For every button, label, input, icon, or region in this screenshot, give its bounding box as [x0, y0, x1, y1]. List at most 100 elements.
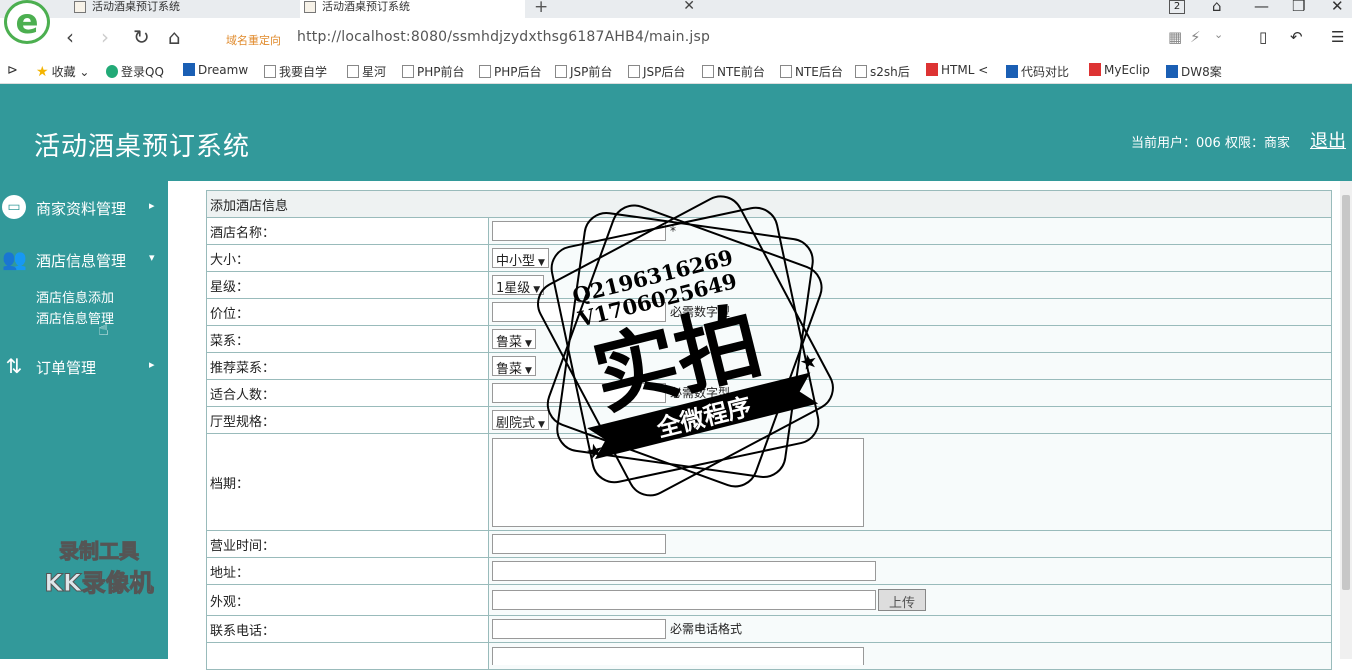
bookmark-item[interactable]: NTE后台 [780, 63, 843, 80]
form-row: 价位： 必需数字型 [206, 298, 1332, 326]
address-toolbar: ‹ › ↻ ⌂ 域名重定向 http://localhost:8080/ssmh… [0, 18, 1352, 58]
logout-link[interactable]: 退出 [1310, 127, 1346, 153]
description-textarea[interactable] [492, 647, 864, 665]
bookmark-item[interactable]: 我要自学 [264, 63, 327, 80]
star-rating-select[interactable]: 1星级 ▼ [492, 275, 545, 296]
tab-count-badge[interactable]: 2 [1169, 0, 1185, 14]
minimize-icon[interactable]: — [1254, 0, 1269, 15]
field-label [206, 642, 489, 670]
form-row: 外观： 上传 [206, 584, 1332, 616]
close-tab-icon[interactable]: ✕ [683, 0, 695, 13]
users-icon: 👥 [2, 247, 27, 271]
back-icon[interactable]: ‹ [66, 26, 74, 48]
form-row: 联系电话： 必需电话格式 [206, 615, 1332, 643]
schedule-textarea[interactable] [492, 437, 864, 527]
form-caption: 添加酒店信息 [206, 190, 1332, 218]
page-icon [264, 65, 276, 78]
hall-type-select[interactable]: 剧院式 ▼ [492, 410, 549, 431]
compare-icon [1006, 65, 1018, 78]
upload-button[interactable]: 上传 [878, 589, 927, 611]
size-select[interactable]: 中小型 ▼ [492, 248, 549, 269]
field-label: 适合人数： [206, 379, 489, 407]
cuisine-select[interactable]: 鲁菜 ▼ [492, 329, 536, 350]
redirect-label[interactable]: 域名重定向 [226, 32, 281, 48]
sidebar: ▭ 商家资料管理 ▸ 👥 酒店信息管理 ▾ 酒店信息添加 酒店信息管理 ☝ ⇅ … [0, 181, 168, 659]
menu-icon[interactable]: ☰ [1331, 28, 1344, 46]
browser-tab[interactable]: 活动酒桌预订系统 [70, 0, 295, 18]
page-favicon-icon [74, 1, 86, 13]
bookmark-item[interactable]: DW8案 [1166, 63, 1222, 80]
field-label: 大小： [206, 244, 489, 272]
page-icon [855, 65, 867, 78]
form-row [206, 642, 1332, 670]
sidebar-toggle-icon[interactable]: ⊳ [7, 63, 18, 78]
chevron-down-icon[interactable]: ⌄ [1214, 28, 1223, 41]
browser-tab-active[interactable]: 活动酒桌预订系统 ✕ [300, 0, 695, 18]
field-label: 档期： [206, 433, 489, 531]
html-icon [926, 63, 938, 76]
field-label: 厅型规格： [206, 406, 489, 434]
bookmark-item[interactable]: MyEclip [1089, 63, 1150, 77]
field-label: 营业时间： [206, 530, 489, 558]
shirt-skin-icon[interactable]: ⌂ [1212, 0, 1222, 15]
bookmark-item[interactable]: PHP前台 [402, 63, 465, 80]
hotel-name-input[interactable] [492, 221, 666, 241]
bookmark-item[interactable]: HTML < [926, 63, 988, 77]
bookmark-item[interactable]: ★ 收藏 ⌄ [36, 63, 89, 80]
lightning-icon[interactable]: ⚡ [1190, 28, 1201, 46]
submenu-add-hotel[interactable]: 酒店信息添加 [36, 287, 114, 306]
dropdown-caret-icon: ▼ [533, 285, 541, 295]
undo-icon[interactable]: ↶ [1290, 28, 1303, 46]
new-tab-icon[interactable]: + [534, 0, 548, 17]
bookmark-item[interactable]: JSP前台 [555, 63, 612, 80]
bookmark-item[interactable]: NTE前台 [702, 63, 765, 80]
page-icon [555, 65, 567, 78]
field-hint: * [670, 223, 676, 238]
form-caption-row: 添加酒店信息 [206, 190, 1332, 218]
bookmark-item[interactable]: PHP后台 [479, 63, 542, 80]
bookmark-item[interactable]: 星河 [347, 63, 386, 80]
recorder-watermark: KK录像机 [44, 569, 154, 598]
phone-input[interactable] [492, 619, 666, 639]
browser-tab-bar: e 活动酒桌预订系统 活动酒桌预订系统 ✕ + 2 ⌂ — ❐ ✕ [0, 0, 1352, 44]
dropdown-caret-icon: ▼ [525, 339, 532, 349]
bookmark-item[interactable]: Dreamw [183, 63, 248, 77]
appearance-image-input[interactable] [492, 590, 876, 610]
sidebar-menu-hotel-info[interactable]: 👥 酒店信息管理 ▾ [0, 245, 168, 275]
field-label: 价位： [206, 298, 489, 326]
field-label: 星级： [206, 271, 489, 299]
sidebar-menu-merchant-profile[interactable]: ▭ 商家资料管理 ▸ [0, 193, 168, 223]
recommended-cuisine-select[interactable]: 鲁菜 ▼ [492, 356, 536, 377]
sidebar-menu-orders[interactable]: ⇅ 订单管理 ▸ [0, 352, 168, 382]
restore-icon[interactable]: ❐ [1292, 0, 1305, 15]
url-field[interactable]: http://localhost:8080/ssmhdjzydxthsg6187… [297, 29, 710, 45]
qq-icon [106, 65, 118, 78]
page-icon [628, 65, 640, 78]
close-window-icon[interactable]: ✕ [1331, 0, 1344, 15]
bookmark-item[interactable]: JSP后台 [628, 63, 685, 80]
forward-icon[interactable]: › [101, 26, 109, 48]
dropdown-caret-icon: ▼ [538, 258, 545, 268]
home-icon[interactable]: ⌂ [168, 26, 181, 48]
capacity-input[interactable] [492, 383, 666, 403]
refresh-icon[interactable]: ↻ [133, 26, 150, 48]
field-hint: 必需数字型 [670, 304, 731, 319]
bookmark-item[interactable]: s2sh后 [855, 63, 910, 80]
browser-tab-title: 活动酒桌预订系统 [92, 0, 180, 13]
qr-code-icon[interactable]: ▦ [1168, 28, 1182, 46]
price-input[interactable] [492, 302, 666, 322]
field-hint: 必需数字型 [670, 385, 731, 400]
address-input[interactable] [492, 561, 876, 581]
bookmark-item[interactable]: 代码对比 [1006, 63, 1069, 80]
field-label: 联系电话： [206, 615, 489, 643]
page-icon [347, 65, 359, 78]
bookmark-item[interactable]: 登录QQ [106, 63, 164, 80]
business-hours-input[interactable] [492, 534, 666, 554]
form-row: 酒店名称： * [206, 217, 1332, 245]
dropdown-caret-icon: ▼ [538, 420, 545, 430]
form-row: 营业时间： [206, 530, 1332, 558]
bookmark-page-icon[interactable]: ▯ [1259, 28, 1267, 46]
scrollbar-thumb[interactable] [1342, 195, 1350, 590]
form-row: 菜系： 鲁菜 ▼ [206, 325, 1332, 353]
page-icon [702, 65, 714, 78]
